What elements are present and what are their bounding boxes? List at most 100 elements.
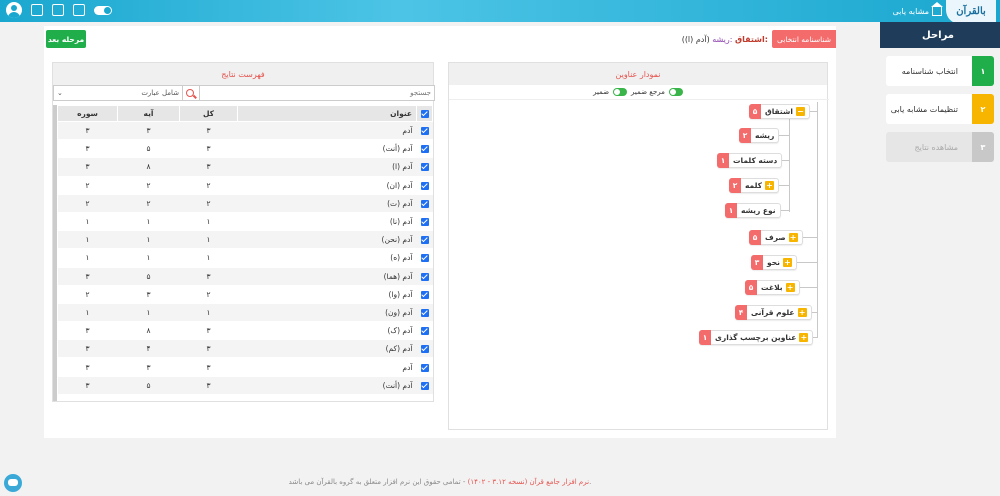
cell-title: آدم (نا) [237,212,417,232]
filter-select[interactable]: ⌄ شامل عبارت [53,85,183,101]
tree-node-quranic-sciences[interactable]: ۴ علوم قرآنی + [735,305,812,320]
table-row[interactable]: ۳ ۵ ۳ آدم (هما) [57,267,433,286]
table-row[interactable]: ۳ ۴ ۳ آدم (کم) [57,339,433,359]
table-row[interactable]: ۲ ۲ ۲ آدم (ت) [57,194,433,213]
pronoun-ref-toggle[interactable] [668,88,683,96]
row-checkbox[interactable] [420,290,429,299]
table-row[interactable]: ۳ ۳ ۳ آدم [57,121,433,141]
pronoun-toggle[interactable] [613,88,628,96]
cell-title: آدم (هما) [237,267,417,286]
row-checkbox[interactable] [420,272,429,281]
footer-link[interactable]: نرم افزار جامع قرآن (نسخه ۳.۱۲ - ۱۴۰۲) [468,478,589,486]
row-checkbox[interactable] [420,181,429,190]
expand-icon[interactable]: + [782,258,792,267]
expand-icon[interactable]: + [788,233,798,242]
row-checkbox[interactable] [420,145,429,154]
expand-icon[interactable]: + [765,181,774,190]
table-row[interactable]: ۳ ۵ ۳ آدم (أنت) [57,139,433,159]
collapse-icon[interactable]: − [795,107,805,116]
selected-profile-value: (آدم (ا)) ریشه: اشتقاق: [678,30,772,48]
cell-checkbox[interactable] [416,376,433,395]
tree-node-word-category[interactable]: ۱ دسته کلمات [717,153,783,168]
home-icon[interactable] [931,1,943,16]
tree-node-root[interactable]: ۲ ریشه [739,128,780,143]
col-surah[interactable]: سوره [57,105,118,122]
expand-icon[interactable]: + [785,283,795,292]
expand-icon[interactable]: + [797,308,807,317]
results-table: سوره آیه کل عنوان ۳ ۳ ۳ آدم ۳ ۵ ۳ آدم (أنت) ۳ ۸ ۳ آ… [57,105,433,395]
col-title[interactable]: عنوان [237,105,417,122]
user-avatar-icon[interactable] [6,2,22,18]
row-checkbox[interactable] [420,163,429,172]
cell-checkbox[interactable] [416,121,433,141]
row-checkbox[interactable] [420,254,429,263]
list-icon[interactable] [52,4,64,16]
cell-checkbox[interactable] [416,194,433,213]
table-row[interactable]: ۳ ۵ ۳ آدم (أنت) [57,376,433,395]
breadcrumb[interactable]: مشابه یابی [893,1,943,16]
cell-checkbox[interactable] [416,139,433,159]
tree-node-morphology[interactable]: ۵ صرف + [749,230,803,245]
row-checkbox[interactable] [420,363,429,372]
row-checkbox[interactable] [420,327,429,336]
footer: نرم افزار جامع قرآن (نسخه ۳.۱۲ - ۱۴۰۲) -… [0,478,880,486]
results-body: ۳ ۳ ۳ آدم ۳ ۵ ۳ آدم (أنت) ۳ ۸ ۳ آدم (ا) ۲ ۲ ۲ آدم (ان) ۲… [57,121,433,395]
table-row[interactable]: ۲ ۳ ۲ آدم (وا) [57,285,433,304]
step-select-profile[interactable]: انتخاب شناسنامه ۱ [886,56,994,86]
cell-surah: ۳ [57,339,118,359]
table-row[interactable]: ۳ ۸ ۳ آدم (ا) [57,157,433,177]
cell-checkbox[interactable] [416,285,433,304]
cell-ayah: ۳ [117,357,180,377]
tree-node-syntax[interactable]: ۳ نحو + [751,255,797,270]
table-row[interactable]: ۳ ۸ ۳ آدم (ک) [57,321,433,341]
search-icon[interactable] [183,85,199,101]
row-checkbox[interactable] [420,308,429,317]
next-step-button[interactable]: مرحله بعد [46,30,86,48]
step-view-results[interactable]: مشاهده نتایج ۳ [886,132,994,162]
table-row[interactable]: ۱ ۱ ۱ آدم (ون) [57,303,433,323]
row-checkbox[interactable] [420,127,429,136]
theme-toggle[interactable] [94,5,112,15]
table-row[interactable]: ۳ ۳ ۳ آدم [57,357,433,377]
cell-checkbox[interactable] [416,357,433,377]
cell-title: آدم (أنت) [237,376,417,395]
step-label: انتخاب شناسنامه [901,66,958,76]
book-icon[interactable] [73,4,85,16]
cell-checkbox[interactable] [416,212,433,232]
tree-options: ضمیر مرجع ضمیر [449,85,827,99]
row-checkbox[interactable] [420,199,429,208]
col-total[interactable]: کل [179,105,238,122]
row-checkbox[interactable] [420,236,429,245]
cell-checkbox[interactable] [416,157,433,177]
row-checkbox[interactable] [420,218,429,227]
tree-node-rhetoric[interactable]: ۵ بلاغت + [745,280,800,295]
cell-checkbox[interactable] [416,321,433,341]
settings-icon[interactable] [31,4,43,16]
cell-checkbox[interactable] [416,230,433,250]
row-checkbox[interactable] [420,381,429,390]
selected-profile-bar: (آدم (ا)) ریشه: اشتقاق: شناسنامه انتخابی [678,30,836,48]
step-similarity-settings[interactable]: تنظیمات مشابه یابی ۲ [886,94,994,124]
table-row[interactable]: ۱ ۱ ۱ آدم (نحن) [57,230,433,250]
col-select-all[interactable] [416,105,433,122]
tree-node-word[interactable]: ۲ کلمه + [729,178,779,193]
cell-checkbox[interactable] [416,303,433,323]
select-all-checkbox[interactable] [420,110,429,118]
cell-checkbox[interactable] [416,267,433,286]
cell-checkbox[interactable] [416,248,433,268]
cell-title: آدم (أنت) [237,139,417,159]
step-label: تنظیمات مشابه یابی [890,104,958,114]
table-row[interactable]: ۱ ۱ ۱ آدم (نا) [57,212,433,232]
search-input[interactable] [199,85,435,101]
table-row[interactable]: ۱ ۱ ۱ آدم (ه) [57,248,433,268]
expand-icon[interactable]: + [799,333,809,342]
tree-node-root-type[interactable]: ۱ نوع ریشه [725,203,781,218]
tree-node-derivation[interactable]: ۵ اشتقاق − [749,104,810,119]
tree-node-tagging-titles[interactable]: ۱ عناوین برچسب گذاری + [699,330,814,345]
col-ayah[interactable]: آیه [117,105,180,122]
table-row[interactable]: ۲ ۲ ۲ آدم (ان) [57,176,433,195]
cell-checkbox[interactable] [416,176,433,195]
row-checkbox[interactable] [420,345,429,354]
steps-title: مراحل [880,22,1000,48]
cell-checkbox[interactable] [416,339,433,359]
